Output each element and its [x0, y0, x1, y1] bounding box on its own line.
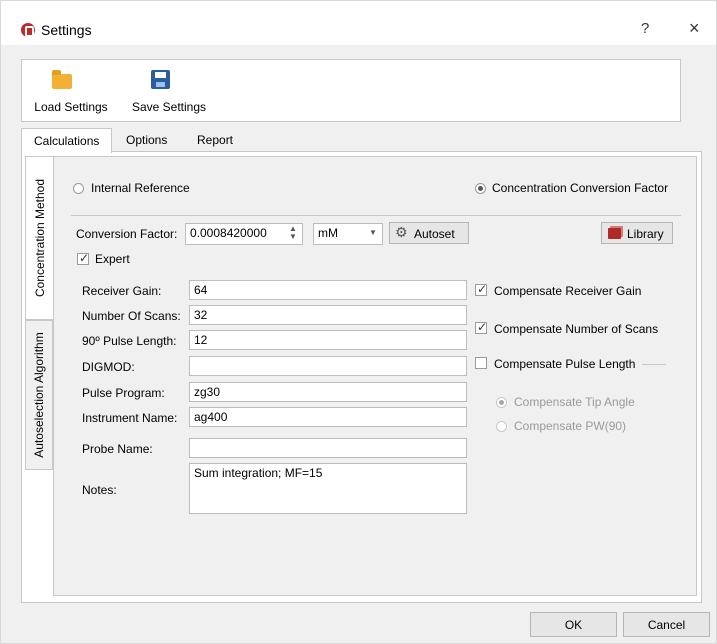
- chevron-down-icon: ▼: [369, 228, 377, 237]
- side-tab-autoselection-algorithm[interactable]: Autoselection Algorithm: [25, 320, 53, 470]
- compensate-pw90-label: Compensate PW(90): [514, 419, 627, 433]
- digmod-label: DIGMOD:: [82, 360, 135, 374]
- pulse-length-label: 90º Pulse Length:: [82, 334, 177, 348]
- conversion-factor-spinbox[interactable]: 0.0008420000: [185, 223, 303, 245]
- autoset-button[interactable]: ⚙ Autoset: [389, 222, 469, 244]
- autoset-label: Autoset: [414, 227, 455, 241]
- load-settings-label: Load Settings: [34, 100, 108, 114]
- library-button[interactable]: Library: [601, 222, 673, 244]
- pulse-program-input[interactable]: zg30: [189, 382, 467, 402]
- pulse-length-group-line: [642, 364, 666, 365]
- pulse-program-label: Pulse Program:: [82, 386, 165, 400]
- toolbar: Load Settings Save Settings: [21, 59, 681, 122]
- tab-report[interactable]: Report: [185, 128, 245, 152]
- spin-arrows-icon[interactable]: ▲ ▼: [289, 225, 297, 241]
- window-title: Settings: [41, 22, 92, 38]
- compensate-tip-angle-radio[interactable]: [496, 397, 507, 408]
- expert-checkbox[interactable]: [77, 251, 89, 265]
- close-button[interactable]: ×: [689, 18, 700, 39]
- ccf-label: Concentration Conversion Factor: [492, 181, 669, 195]
- compensate-pw90-radio[interactable]: [496, 421, 507, 432]
- number-of-scans-input[interactable]: 32: [189, 305, 467, 325]
- probe-name-input[interactable]: [189, 438, 467, 458]
- tab-options[interactable]: Options: [114, 128, 179, 152]
- notes-textarea[interactable]: Sum integration; MF=15: [189, 463, 467, 514]
- compensate-receiver-gain-checkbox[interactable]: [475, 282, 487, 296]
- library-label: Library: [627, 227, 664, 241]
- gear-icon: ⚙: [395, 224, 408, 240]
- compensate-pulse-length-checkbox[interactable]: [475, 357, 487, 369]
- number-of-scans-label: Number Of Scans:: [82, 309, 181, 323]
- save-settings-label: Save Settings: [131, 100, 207, 114]
- app-logo-icon: [21, 23, 35, 37]
- expert-label: Expert: [95, 252, 130, 266]
- ccf-radio[interactable]: [475, 183, 486, 194]
- ok-button[interactable]: OK: [530, 612, 617, 637]
- pulse-length-input[interactable]: 12: [189, 330, 467, 350]
- settings-dialog: Settings ? × Load Settings Save Settings…: [0, 0, 717, 644]
- folder-icon: [52, 70, 72, 89]
- save-settings-button[interactable]: Save Settings: [122, 60, 216, 121]
- save-disk-icon: [151, 70, 170, 89]
- internal-reference-radio[interactable]: [73, 183, 84, 194]
- cancel-button[interactable]: Cancel: [623, 612, 710, 637]
- side-tab-strip: Concentration Method Autoselection Algor…: [25, 156, 53, 596]
- internal-reference-label: Internal Reference: [91, 181, 190, 195]
- library-books-icon: [608, 228, 621, 239]
- compensate-tip-angle-label: Compensate Tip Angle: [514, 395, 635, 409]
- digmod-input[interactable]: [189, 356, 467, 376]
- compensate-number-of-scans-label: Compensate Number of Scans: [494, 322, 659, 336]
- help-button[interactable]: ?: [641, 20, 649, 37]
- compensate-number-of-scans-checkbox[interactable]: [475, 320, 487, 334]
- load-settings-button[interactable]: Load Settings: [28, 60, 114, 121]
- instrument-name-input[interactable]: ag400: [189, 407, 467, 427]
- receiver-gain-input[interactable]: 64: [189, 280, 467, 300]
- conversion-factor-label: Conversion Factor:: [76, 227, 178, 241]
- notes-label: Notes:: [82, 483, 117, 497]
- tab-calculations[interactable]: Calculations: [21, 128, 113, 153]
- title-bar: [1, 1, 716, 45]
- instrument-name-label: Instrument Name:: [82, 411, 178, 425]
- side-tab-concentration-method[interactable]: Concentration Method: [25, 156, 53, 320]
- probe-name-label: Probe Name:: [82, 442, 153, 456]
- side-tab-autoselection-algorithm-label: Autoselection Algorithm: [32, 332, 46, 458]
- compensate-pulse-length-label: Compensate Pulse Length: [494, 357, 636, 371]
- compensate-receiver-gain-label: Compensate Receiver Gain: [494, 284, 642, 298]
- receiver-gain-label: Receiver Gain:: [82, 284, 162, 298]
- method-divider: [71, 215, 681, 216]
- side-tab-concentration-method-label: Concentration Method: [32, 178, 47, 298]
